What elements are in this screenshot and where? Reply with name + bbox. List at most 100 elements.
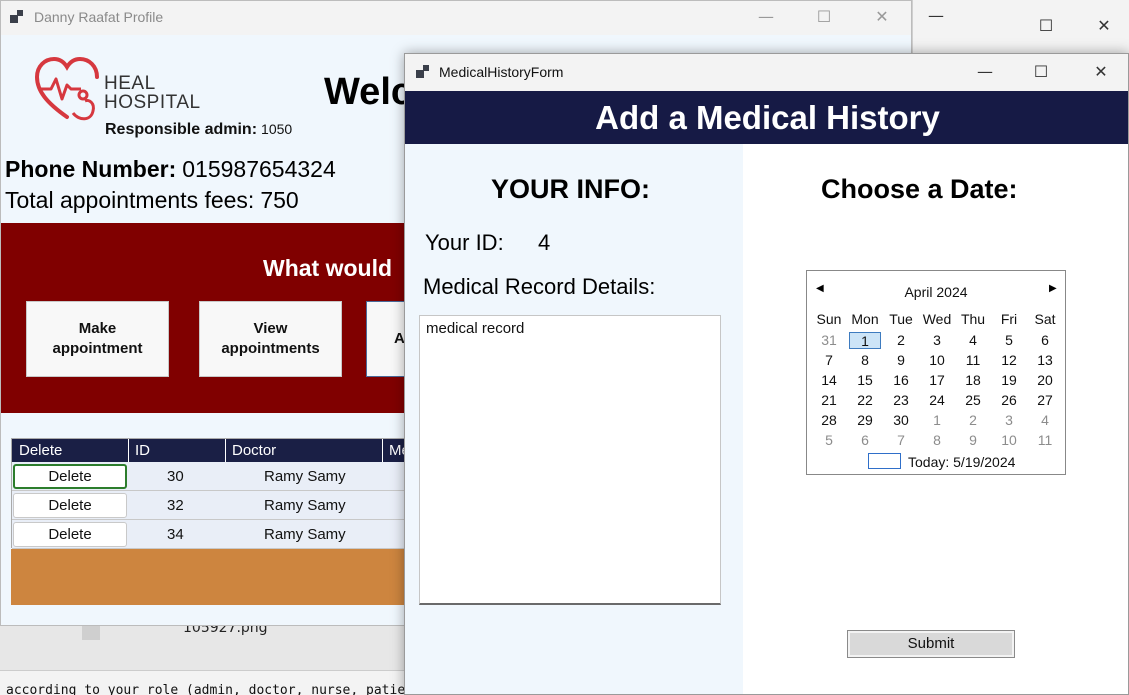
calendar-day[interactable]: 20 bbox=[1027, 370, 1063, 390]
heart-logo-icon bbox=[34, 56, 99, 121]
responsible-admin: Responsible admin: 1050 bbox=[105, 121, 293, 138]
phone-number-row: Phone Number: 015987654324 bbox=[5, 156, 336, 182]
id-label: Your ID: bbox=[425, 230, 504, 255]
total-fees-row: Total appointments fees: 750 bbox=[5, 187, 299, 213]
maximize-icon[interactable]: ☐ bbox=[801, 1, 847, 33]
delete-button[interactable]: Delete bbox=[13, 464, 127, 489]
calendar-day[interactable]: 4 bbox=[1027, 410, 1063, 430]
view-appointments-button[interactable]: View appointments bbox=[199, 301, 342, 377]
submit-button[interactable]: Submit bbox=[847, 630, 1015, 658]
medical-history-titlebar: MedicalHistoryForm — ☐ ✕ bbox=[405, 54, 1128, 91]
calendar-month-label[interactable]: April 2024 bbox=[807, 284, 1065, 300]
calendar-day[interactable]: 4 bbox=[955, 330, 991, 350]
table-row[interactable]: Delete 34 Ramy Samy bbox=[12, 520, 412, 549]
maximize-icon[interactable]: ☐ bbox=[1018, 56, 1064, 88]
calendar-day[interactable]: 28 bbox=[811, 410, 847, 430]
weekday-label: Tue bbox=[889, 311, 913, 327]
medical-history-window: MedicalHistoryForm — ☐ ✕ Add a Medical H… bbox=[404, 53, 1129, 695]
choose-date-heading: Choose a Date: bbox=[821, 174, 1018, 204]
weekday-label: Sat bbox=[1034, 311, 1056, 327]
calendar-day[interactable]: 7 bbox=[883, 430, 919, 450]
row-doctor: Ramy Samy bbox=[264, 526, 346, 543]
calendar-day[interactable]: 6 bbox=[1027, 330, 1063, 350]
medical-record-textarea[interactable]: medical record bbox=[419, 315, 721, 605]
table-row[interactable]: Delete 32 Ramy Samy bbox=[12, 491, 412, 520]
details-label: Medical Record Details: bbox=[423, 274, 656, 299]
calendar-day[interactable]: 9 bbox=[955, 430, 991, 450]
medical-history-window-title: MedicalHistoryForm bbox=[439, 64, 564, 80]
hospital-logo-text: HEAL HOSPITAL bbox=[104, 73, 201, 113]
calendar-day[interactable]: 6 bbox=[847, 430, 883, 450]
calendar-day[interactable]: 19 bbox=[991, 370, 1027, 390]
minimize-icon[interactable]: — bbox=[913, 0, 959, 32]
calendar-day[interactable]: 3 bbox=[919, 330, 955, 350]
terminal-text: according to your role (admin, doctor, n… bbox=[6, 683, 437, 695]
calendar-day[interactable]: 22 bbox=[847, 390, 883, 410]
calendar-day[interactable]: 15 bbox=[847, 370, 883, 390]
calendar-day[interactable]: 14 bbox=[811, 370, 847, 390]
app-icon bbox=[416, 65, 432, 79]
calendar-day[interactable]: 29 bbox=[847, 410, 883, 430]
calendar-day[interactable]: 2 bbox=[955, 410, 991, 430]
calendar-day[interactable]: 11 bbox=[955, 350, 991, 370]
calendar-day[interactable]: 1 bbox=[919, 410, 955, 430]
next-month-icon[interactable]: ▶ bbox=[1049, 283, 1057, 294]
calendar-day-selected[interactable]: 1 bbox=[847, 330, 883, 350]
calendar-day[interactable]: 18 bbox=[955, 370, 991, 390]
minimize-icon[interactable]: — bbox=[962, 56, 1008, 88]
calendar-day[interactable]: 25 bbox=[955, 390, 991, 410]
maximize-icon[interactable]: ☐ bbox=[1023, 10, 1069, 42]
background-window-titlebar: — ☐ ✕ bbox=[912, 0, 1129, 60]
calendar-day[interactable]: 10 bbox=[919, 350, 955, 370]
calendar-day[interactable]: 21 bbox=[811, 390, 847, 410]
calendar-day[interactable]: 5 bbox=[991, 330, 1027, 350]
minimize-icon[interactable]: — bbox=[743, 1, 789, 33]
column-header-id[interactable]: ID bbox=[135, 442, 150, 459]
date-pane: Choose a Date: ◀ April 2024 ▶ Sun Mon Tu… bbox=[743, 144, 1128, 694]
calendar-day[interactable]: 8 bbox=[919, 430, 955, 450]
month-calendar[interactable]: ◀ April 2024 ▶ Sun Mon Tue Wed Thu Fri S… bbox=[806, 270, 1066, 475]
today-marker bbox=[868, 453, 901, 469]
your-info-heading: YOUR INFO: bbox=[491, 174, 650, 204]
grid-header: Delete ID Doctor Me bbox=[12, 439, 412, 462]
weekday-label: Thu bbox=[960, 311, 986, 327]
calendar-day[interactable]: 9 bbox=[883, 350, 919, 370]
column-header-delete[interactable]: Delete bbox=[19, 442, 62, 459]
calendar-day[interactable]: 5 bbox=[811, 430, 847, 450]
calendar-day[interactable]: 7 bbox=[811, 350, 847, 370]
calendar-day[interactable]: 23 bbox=[883, 390, 919, 410]
calendar-day[interactable]: 13 bbox=[1027, 350, 1063, 370]
calendar-day[interactable]: 3 bbox=[991, 410, 1027, 430]
calendar-day[interactable]: 30 bbox=[883, 410, 919, 430]
close-icon[interactable]: ✕ bbox=[1081, 10, 1127, 42]
weekday-label: Mon bbox=[851, 311, 879, 327]
calendar-day[interactable]: 11 bbox=[1027, 430, 1063, 450]
today-link[interactable]: Today: 5/19/2024 bbox=[908, 454, 1015, 470]
delete-button[interactable]: Delete bbox=[13, 522, 127, 547]
form-banner: Add a Medical History bbox=[405, 91, 1128, 144]
calendar-day[interactable]: 16 bbox=[883, 370, 919, 390]
calendar-day[interactable]: 10 bbox=[991, 430, 1027, 450]
calendar-day[interactable]: 26 bbox=[991, 390, 1027, 410]
weekday-label: Wed bbox=[922, 311, 952, 327]
close-icon[interactable]: ✕ bbox=[859, 1, 905, 33]
row-doctor: Ramy Samy bbox=[264, 497, 346, 514]
actions-question: What would bbox=[263, 255, 393, 281]
calendar-day[interactable]: 17 bbox=[919, 370, 955, 390]
id-value: 4 bbox=[538, 230, 551, 255]
row-id: 32 bbox=[167, 497, 184, 514]
row-id: 30 bbox=[167, 468, 184, 485]
calendar-day[interactable]: 8 bbox=[847, 350, 883, 370]
make-appointment-button[interactable]: Make appointment bbox=[26, 301, 169, 377]
table-row[interactable]: Delete 30 Ramy Samy bbox=[12, 462, 412, 491]
close-icon[interactable]: ✕ bbox=[1078, 56, 1124, 88]
profile-titlebar: Danny Raafat Profile — ☐ ✕ bbox=[1, 1, 911, 35]
calendar-day[interactable]: 31 bbox=[811, 330, 847, 350]
calendar-day[interactable]: 24 bbox=[919, 390, 955, 410]
profile-window-title: Danny Raafat Profile bbox=[34, 9, 164, 25]
calendar-day[interactable]: 12 bbox=[991, 350, 1027, 370]
calendar-day[interactable]: 2 bbox=[883, 330, 919, 350]
calendar-day[interactable]: 27 bbox=[1027, 390, 1063, 410]
delete-button[interactable]: Delete bbox=[13, 493, 127, 518]
column-header-doctor[interactable]: Doctor bbox=[232, 442, 276, 459]
